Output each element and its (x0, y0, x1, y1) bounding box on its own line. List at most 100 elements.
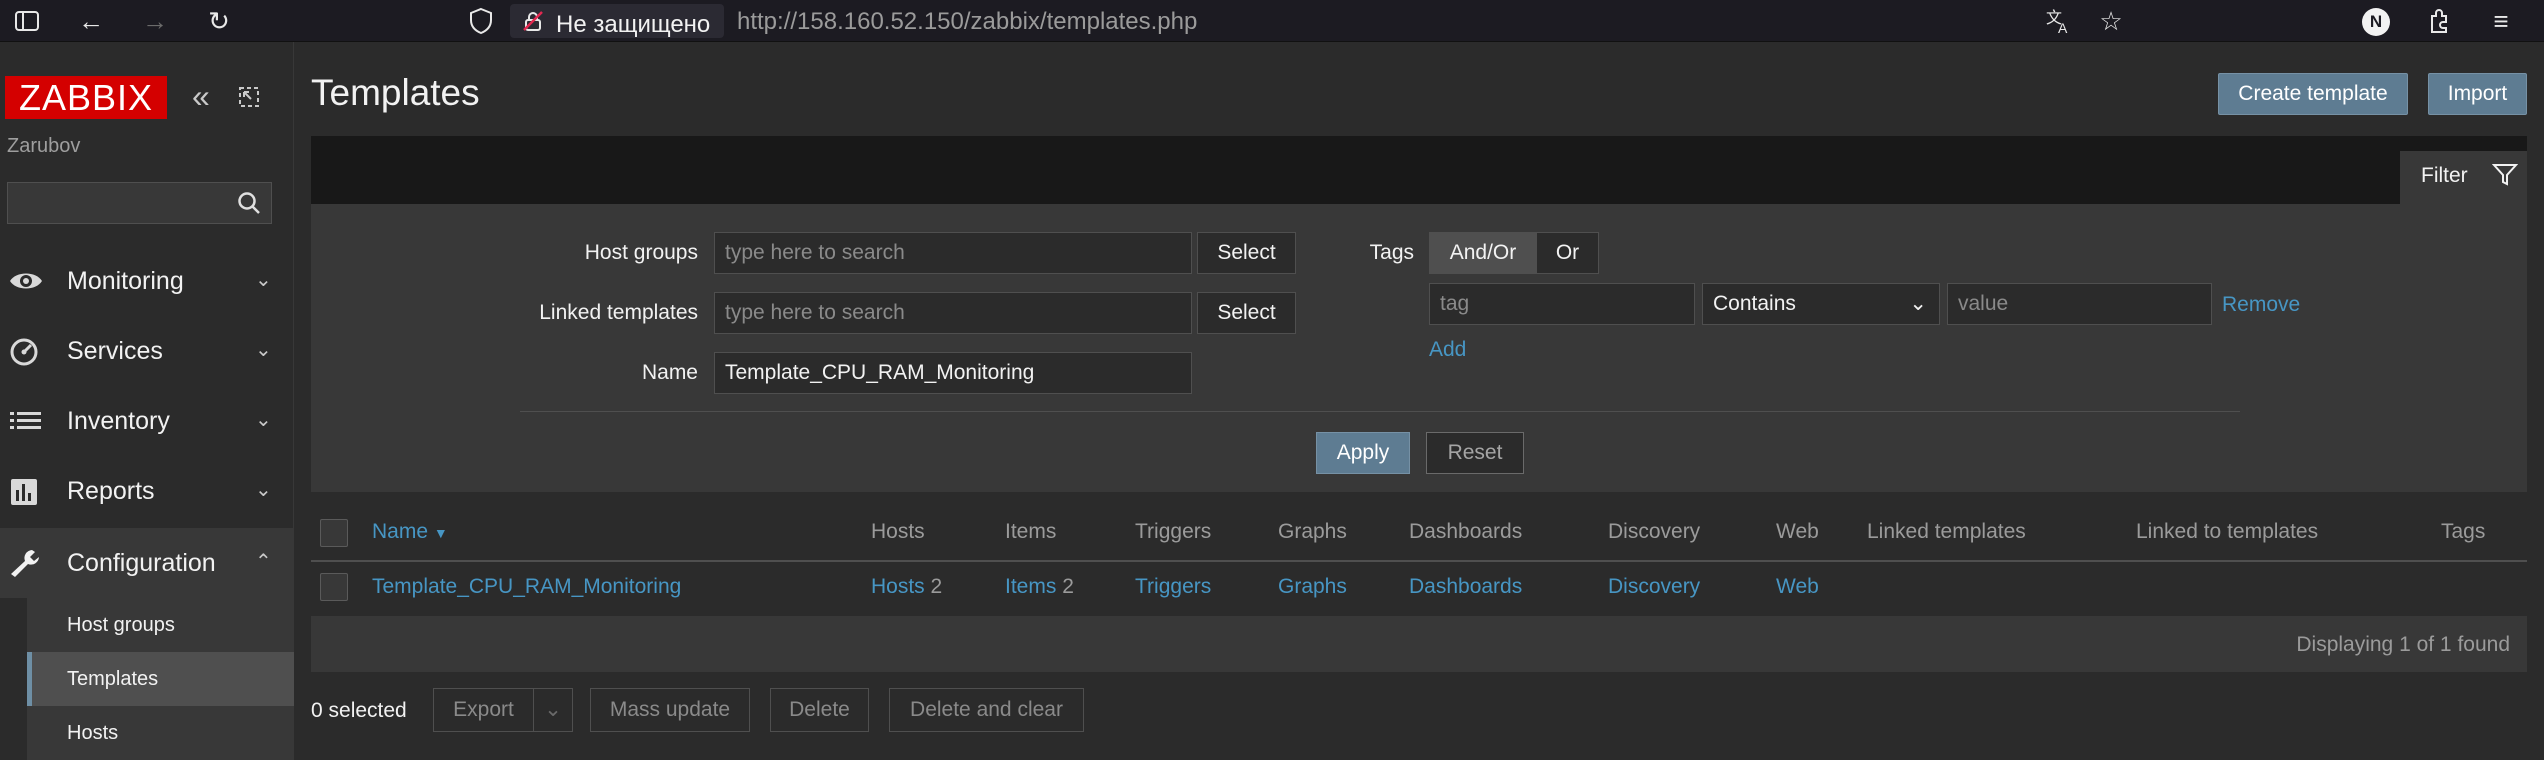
list-icon (8, 406, 44, 436)
sidebar-search-input[interactable] (7, 182, 272, 224)
tag-name-input[interactable]: tag (1429, 283, 1695, 325)
zabbix-logo[interactable]: ZABBIX (5, 76, 167, 119)
tag-remove-link[interactable]: Remove (2222, 293, 2300, 317)
reload-icon[interactable]: ↻ (204, 6, 234, 36)
chevron-down-icon: ⌄ (1909, 292, 1927, 315)
menu-reports[interactable]: Reports ⌄ (0, 456, 294, 526)
menu-label: Configuration (67, 549, 216, 577)
export-dropdown-button[interactable]: ⌄ (533, 688, 573, 732)
column-graphs: Graphs (1278, 520, 1347, 543)
column-dashboards: Dashboards (1409, 520, 1523, 543)
filter-tab[interactable]: Filter (2400, 151, 2527, 204)
account-avatar[interactable]: N (2362, 8, 2390, 36)
submenu-label: Hosts (67, 722, 119, 744)
host-groups-input[interactable]: type here to search (714, 232, 1192, 274)
tags-or-toggle[interactable]: Or (1536, 232, 1599, 274)
collapse-sidebar-icon[interactable]: « (192, 80, 210, 112)
tag-value-input[interactable]: value (1947, 283, 2212, 325)
column-linked-to-templates: Linked to templates (2136, 520, 2319, 543)
menu-configuration[interactable]: Configuration ⌃ (0, 528, 294, 598)
linked-templates-label: Linked templates (539, 301, 698, 324)
name-label: Name (641, 361, 698, 384)
delete-button[interactable]: Delete (770, 688, 869, 732)
extensions-icon[interactable] (2424, 6, 2454, 36)
hosts-link[interactable]: Hosts (871, 575, 925, 598)
items-link[interactable]: Items (1005, 575, 1056, 598)
displaying-count: Displaying 1 of 1 found (2296, 633, 2510, 656)
selected-count: 0 selected (311, 699, 407, 722)
page-title: Templates (311, 72, 480, 113)
tag-operator-value: Contains (1713, 292, 1796, 315)
shield-icon[interactable] (466, 6, 496, 36)
tag-add-link[interactable]: Add (1429, 338, 1466, 362)
host-groups-label: Host groups (584, 241, 698, 264)
select-all-checkbox[interactable] (320, 519, 348, 547)
menu-services[interactable]: Services ⌄ (0, 316, 294, 386)
security-label: Не защищено (556, 11, 711, 38)
linked-templates-select-button[interactable]: Select (1197, 292, 1296, 334)
back-icon[interactable]: ← (76, 6, 106, 36)
menu-icon[interactable]: ≡ (2486, 6, 2516, 36)
bar-chart-icon (8, 476, 44, 506)
menu-inventory[interactable]: Inventory ⌄ (0, 386, 294, 456)
kiosk-mode-icon[interactable] (238, 86, 260, 108)
import-button[interactable]: Import (2428, 73, 2527, 115)
filter-funnel-icon (2491, 162, 2519, 188)
table-footer: Displaying 1 of 1 found (311, 617, 2527, 672)
search-icon[interactable] (236, 190, 262, 216)
insecure-lock-icon (522, 10, 544, 32)
template-name-link[interactable]: Template_CPU_RAM_Monitoring (372, 575, 681, 599)
name-input[interactable]: Template_CPU_RAM_Monitoring (714, 352, 1192, 394)
chevron-up-icon: ⌃ (255, 551, 272, 573)
linked-templates-input[interactable]: type here to search (714, 292, 1192, 334)
url-host: http://158.160.52.150 (737, 8, 964, 35)
tags-label: Tags (1369, 241, 1414, 264)
security-indicator[interactable]: Не защищено (510, 4, 724, 38)
items-count: 2 (1062, 575, 1074, 598)
sidebar-toggle-icon[interactable] (12, 6, 42, 36)
submenu-host-groups[interactable]: Host groups (27, 598, 294, 652)
bookmark-star-icon[interactable]: ☆ (2096, 6, 2126, 36)
menu-label: Inventory (67, 407, 170, 435)
column-discovery: Discovery (1608, 520, 1701, 543)
tags-andor-toggle[interactable]: And/Or (1429, 232, 1537, 274)
tag-operator-select[interactable]: Contains ⌄ (1702, 283, 1940, 325)
gauge-icon (8, 336, 44, 366)
delete-and-clear-button[interactable]: Delete and clear (889, 688, 1084, 732)
column-tags: Tags (2441, 520, 2486, 543)
row-checkbox[interactable] (320, 573, 348, 601)
column-triggers: Triggers (1135, 520, 1212, 543)
translate-icon[interactable]: 文A (2044, 6, 2074, 36)
menu-label: Monitoring (67, 267, 184, 295)
svg-text:A: A (2058, 20, 2068, 36)
apply-button[interactable]: Apply (1316, 432, 1410, 474)
browser-toolbar: ← → ↻ Не защищено http://158.160.52.150/… (0, 0, 2544, 42)
url-path: /zabbix/templates.php (963, 8, 1198, 35)
column-items: Items (1005, 520, 1057, 543)
export-button[interactable]: Export (433, 688, 534, 732)
mass-update-button[interactable]: Mass update (590, 688, 750, 732)
submenu-hosts[interactable]: Hosts (27, 706, 294, 760)
submenu-label: Host groups (67, 614, 175, 636)
column-linked-templates: Linked templates (1867, 520, 2026, 543)
triggers-link[interactable]: Triggers (1135, 575, 1211, 599)
chevron-down-icon: ⌄ (255, 339, 272, 361)
menu-monitoring[interactable]: Monitoring ⌄ (0, 246, 294, 316)
discovery-link[interactable]: Discovery (1608, 575, 1700, 599)
submenu-templates[interactable]: Templates (27, 652, 294, 706)
forward-icon[interactable]: → (140, 6, 170, 36)
host-groups-select-button[interactable]: Select (1197, 232, 1296, 274)
menu-label: Services (67, 337, 163, 365)
web-link[interactable]: Web (1776, 575, 1819, 599)
create-template-button[interactable]: Create template (2218, 73, 2408, 115)
chevron-down-icon: ⌄ (255, 409, 272, 431)
graphs-link[interactable]: Graphs (1278, 575, 1347, 599)
url-field[interactable]: http://158.160.52.150/zabbix/templates.p… (737, 8, 1197, 36)
reset-button[interactable]: Reset (1426, 432, 1524, 474)
menu-label: Reports (67, 477, 155, 505)
column-name[interactable]: Name ▼ (372, 520, 448, 544)
chevron-down-icon: ⌄ (255, 479, 272, 501)
column-hosts: Hosts (871, 520, 925, 543)
dashboards-link[interactable]: Dashboards (1409, 575, 1522, 599)
wrench-icon (8, 548, 44, 578)
